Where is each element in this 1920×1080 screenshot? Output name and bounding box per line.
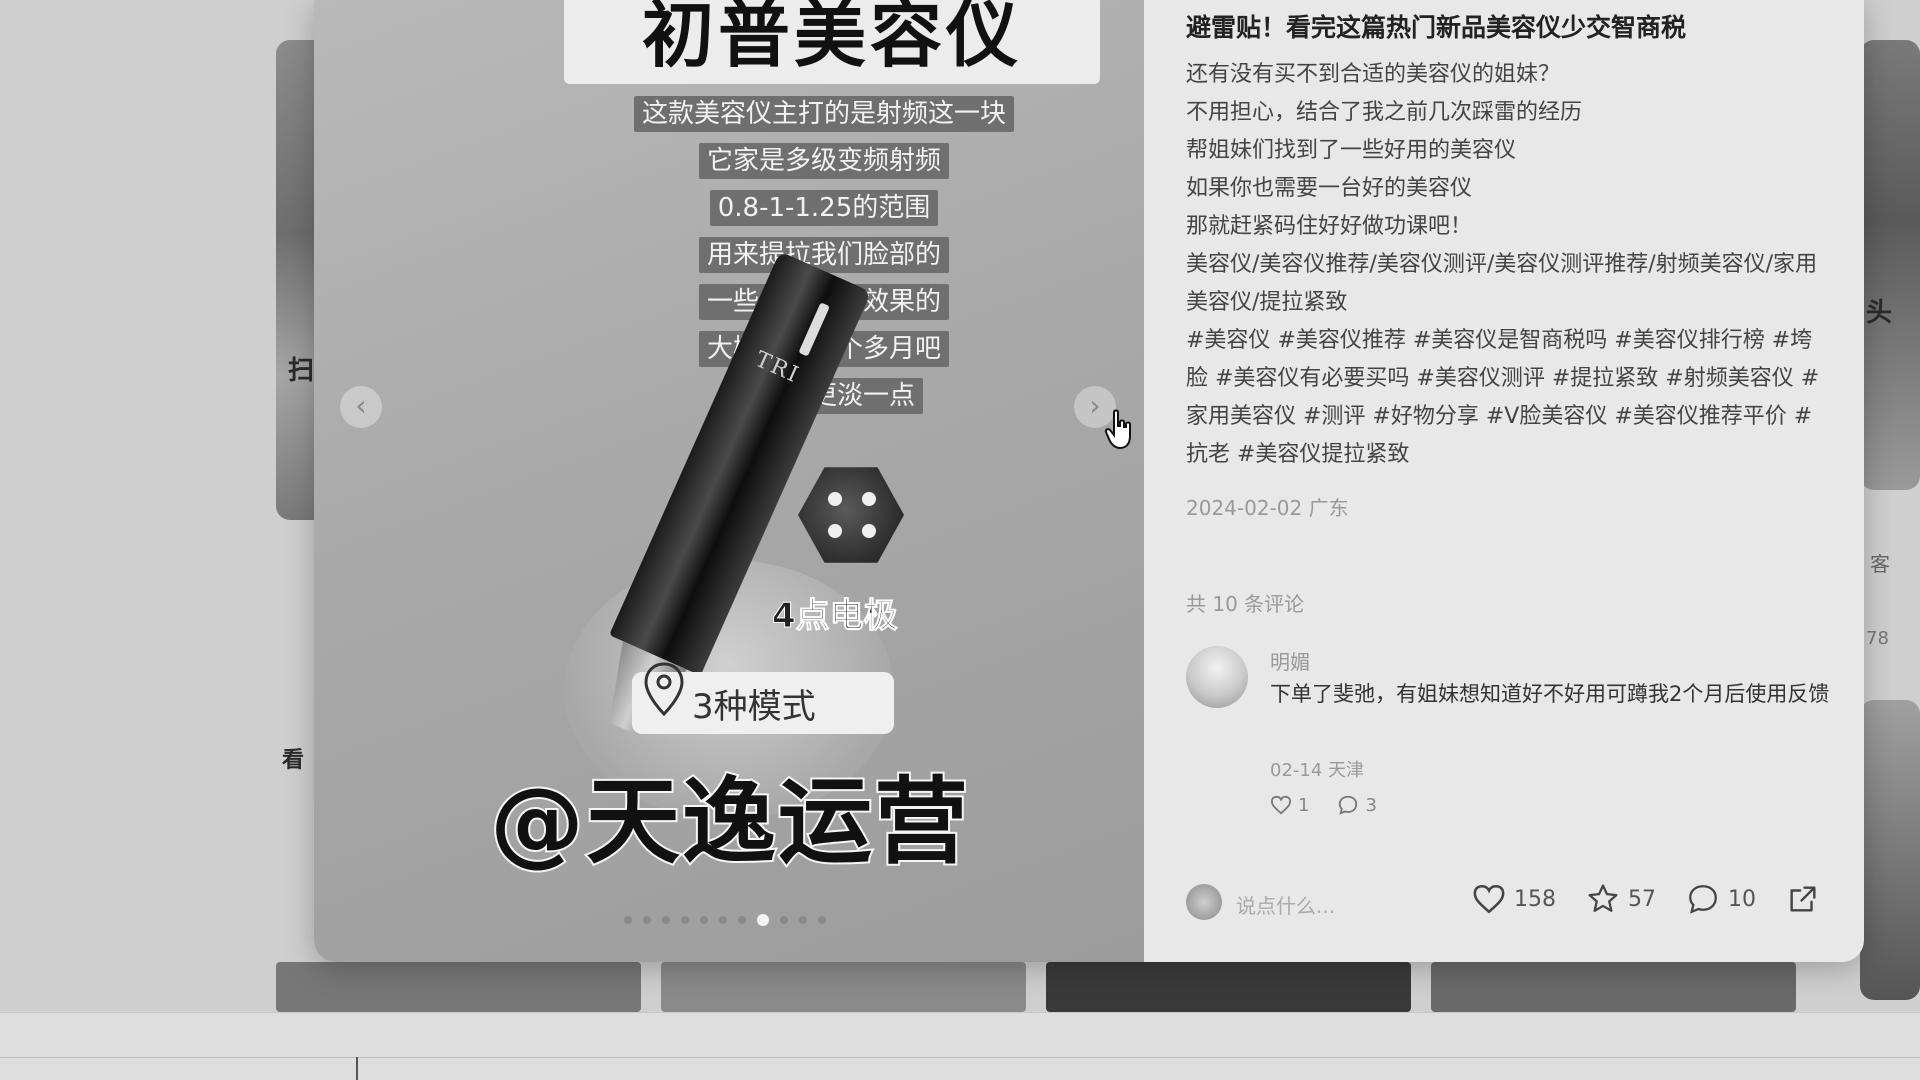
electrode-icon (792, 462, 910, 574)
commenter-name[interactable]: 明媚 (1270, 646, 1310, 675)
note-date-location: 2024-02-02 广东 (1186, 496, 1349, 520)
comment-actions: 1 3 (1270, 794, 1377, 816)
divider (0, 1057, 1920, 1058)
image-caption-line: 用来提拉我们脸部的 (698, 237, 949, 273)
carousel-dot[interactable] (681, 916, 689, 924)
location-pin-icon (644, 662, 684, 717)
description-line: 那就赶紧码住好好做功课吧！ (1186, 214, 1473, 239)
carousel-prev-button[interactable]: ‹ (340, 386, 382, 428)
image-title: 初普美容仪 (641, 0, 1022, 77)
author-watermark: @天逸运营 (488, 766, 971, 879)
electrode-dot (862, 492, 876, 506)
feed-card-right-2[interactable] (1860, 700, 1920, 1000)
comment-like-count: 1 (1298, 794, 1310, 816)
carousel-indicators (624, 914, 826, 926)
current-user-avatar (1186, 884, 1222, 920)
carousel-dot[interactable] (643, 916, 651, 924)
feed-thumb[interactable] (1431, 962, 1796, 1012)
note-title: 避雷贴！看完这篇热门新品美容仪少交智商税 (1186, 13, 1687, 42)
commenter-avatar[interactable] (1186, 646, 1248, 708)
share-icon (1790, 886, 1816, 912)
hashtag-list[interactable]: #美容仪 #美容仪推荐 #美容仪是智商税吗 #美容仪排行榜 #垮脸 #美容仪有必… (1186, 322, 1826, 474)
carousel-dot[interactable] (818, 916, 826, 924)
mode-label: 3种模式 (692, 686, 816, 727)
comment-reply-count: 3 (1365, 794, 1377, 816)
feed-card-right-count: 78 (1866, 628, 1889, 649)
star-icon (1588, 884, 1618, 912)
engagement-bar: 说点什么... 158 57 10 (1144, 870, 1864, 934)
engagement-actions: 158 57 10 (1472, 882, 1820, 916)
electrode-label: 4点电极 (772, 596, 899, 637)
chat-bubble-icon (1339, 795, 1358, 815)
comment-input[interactable]: 说点什么... (1236, 890, 1335, 919)
heart-icon (1270, 795, 1292, 815)
feed-card-left-text: 扫 (288, 356, 315, 386)
comment-text: 下单了斐弛，有姐妹想知道好不好用可蹲我2个月后使用反馈 (1270, 682, 1830, 706)
comment-reply-button[interactable]: 3 (1337, 794, 1377, 816)
comment-date-location: 02-14 天津 (1270, 760, 1365, 781)
electrode-dot (828, 524, 842, 538)
note-description: 还有没有买不到合适的美容仪的姐妹？ 不用担心，结合了我之前几次踩雷的经历 帮姐妹… (1186, 56, 1826, 474)
heart-icon (1473, 884, 1505, 914)
comment-like-button[interactable]: 1 (1270, 795, 1309, 816)
feed-card-left-text-2: 看 (282, 748, 305, 773)
device-logo: TRI (751, 347, 804, 389)
carousel-dot[interactable] (738, 916, 746, 924)
electrode-dot (862, 524, 876, 538)
taskbar-strip (0, 1012, 1920, 1080)
electrode-hex (798, 467, 904, 563)
keyword-line: 美容仪/美容仪推荐/美容仪测评/美容仪测评推荐/射频美容仪/家用美容仪/提拉紧致 (1186, 252, 1818, 315)
image-caption-line: 这款美容仪主打的是射频这一块 (633, 96, 1014, 132)
carousel-dot[interactable] (624, 916, 632, 924)
feed-card-right-text: 头 (1866, 298, 1893, 328)
collect-button[interactable]: 57 (1586, 882, 1656, 916)
text-cursor-marker (356, 1057, 358, 1080)
note-detail-modal: 初普美容仪 这款美容仪主打的是射频这一块 它家是多级变频射频 0.8-1-1.2… (314, 0, 1864, 962)
feed-card-right-meta: 客 (1870, 552, 1890, 576)
like-count: 158 (1514, 886, 1556, 912)
carousel-dot[interactable] (700, 916, 708, 924)
feed-thumb[interactable] (1046, 962, 1411, 1012)
feed-bottom-row (276, 962, 1796, 1012)
feed-card-right[interactable] (1860, 40, 1920, 490)
feed-thumb[interactable] (276, 962, 641, 1012)
carousel-dot[interactable] (799, 916, 807, 924)
collect-count: 57 (1628, 886, 1656, 912)
description-line: 不用担心，结合了我之前几次踩雷的经历 (1186, 100, 1583, 125)
description-line: 还有没有买不到合适的美容仪的姐妹？ (1186, 62, 1561, 87)
image-carousel[interactable]: 初普美容仪 这款美容仪主打的是射频这一块 它家是多级变频射频 0.8-1-1.2… (314, 0, 1144, 962)
carousel-dot[interactable] (780, 916, 788, 924)
description-line: 如果你也需要一台好的美容仪 (1186, 176, 1473, 201)
hand-cursor-icon (1104, 409, 1131, 450)
image-caption-line: 它家是多级变频射频 (698, 143, 949, 179)
share-button[interactable] (1786, 882, 1820, 916)
feed-thumb[interactable] (661, 962, 1026, 1012)
description-line: 帮姐妹们找到了一些好用的美容仪 (1186, 138, 1517, 163)
carousel-dot[interactable] (662, 916, 670, 924)
carousel-dot[interactable] (719, 916, 727, 924)
carousel-dot-active[interactable] (757, 914, 769, 926)
electrode-dot (828, 492, 842, 506)
comment-total: 共 10 条评论 (1186, 592, 1305, 616)
image-title-box: 初普美容仪 (564, 0, 1100, 84)
device-stripe (798, 302, 830, 357)
chat-bubble-icon (1689, 885, 1717, 914)
note-content-pane: 避雷贴！看完这篇热门新品美容仪少交智商税 还有没有买不到合适的美容仪的姐妹？ 不… (1144, 0, 1864, 962)
comment-count: 10 (1728, 886, 1756, 912)
comment-button[interactable]: 10 (1686, 882, 1756, 916)
image-caption-line: 0.8-1-1.25的范围 (709, 190, 939, 226)
like-button[interactable]: 158 (1472, 883, 1556, 915)
